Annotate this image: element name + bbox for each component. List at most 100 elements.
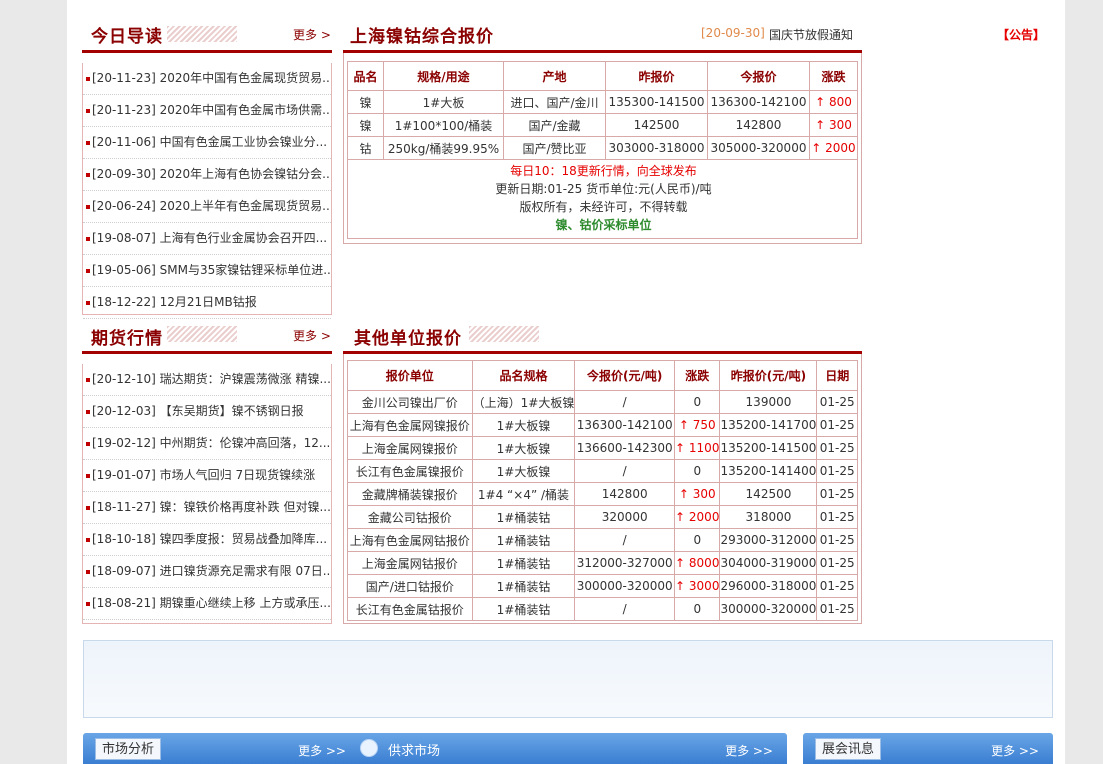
news-item[interactable]: [18-12-22] 12月21日MB钴报 [83,287,331,319]
table-cell: 0 [674,459,721,483]
news-item[interactable]: [18-09-07] 进口镍货源充足需求有限 07日... [83,556,331,588]
table-row: 镍 1#100*100/桶装 国产/金藏 142500 142800 ↑ 300 [347,113,858,137]
news-item[interactable]: [20-12-10] 瑞达期货：沪镍震荡微涨 精镍... [83,364,331,396]
table-cell: / [574,597,676,621]
notice-box: 每日10：18更新行情，向全球发布 更新日期:01-25 货币单位:元(人民币)… [347,160,858,239]
page-container: 今日导读 更多 > [20-11-23] 2020年中国有色金属现货贸易...[… [67,0,1065,764]
table-cell: 长江有色金属钴报价 [347,597,473,621]
table-cell: 上海有色金属网镍报价 [347,413,473,437]
table-cell: 金藏公司钴报价 [347,505,473,529]
news-item[interactable]: [19-05-06] SMM与35家镍钴锂采标单位进... [83,255,331,287]
table-row: 上海有色金属网钴报价 1#桶装钴/0 293000-312000 01-25 [347,528,858,552]
column-header: 昨报价(元/吨) [719,360,818,391]
announcement-link[interactable]: 【公告】 [997,26,1045,43]
table-cell: 1#桶装钴 [471,597,576,621]
table-row: 长江有色金属钴报价 1#桶装钴/0 300000-320000 01-25 [347,597,858,621]
news-item[interactable]: [20-11-06] 中国有色金属工业协会镍业分... [83,127,331,159]
bullet-icon [86,537,90,542]
bullet-icon [86,300,90,305]
table-cell: 250kg/桶装99.95% [383,136,504,160]
shanghai-price-table: 品名 规格/用途 产地 昨报价 今报价 涨跌 镍 1#大板 进口、国产/金川 135300-14… [347,61,858,160]
today-news-list: [20-11-23] 2020年中国有色金属现货贸易... [20-11-23] … [83,63,331,319]
market-analysis-tab[interactable]: 市场分析 [95,738,162,760]
table-cell: 139000 [719,390,818,414]
futures-news-list: [20-12-10] 瑞达期货：沪镍震荡微涨 精镍... [20-12-03] 【… [83,364,331,620]
table-row: 上海有色金属网镍报价 1#大板镍 136300-142100 ↑ 750 135200-… [347,413,858,437]
expo-news-tab[interactable]: 展会讯息 [815,738,882,760]
bullet-icon [86,409,90,414]
table-row: 金川公司镍出厂价 （上海）1#大板镍/0 139000 01-25 [347,390,858,414]
expo-news-more[interactable]: 更多 >> [991,742,1039,759]
supply-market-more[interactable]: 更多 >> [725,742,773,759]
notice-date: [20-09-30] [701,26,765,40]
bullet-icon [86,601,90,606]
table-cell: ↑ 300 [674,482,721,506]
table-cell: 1#4 “×4” /桶装 [471,482,576,506]
table-cell: 305000-320000 [707,136,810,160]
table-cell: 国产/赞比亚 [503,136,606,160]
market-analysis-bar: 市场分析 更多 >> [83,733,360,764]
bullet-icon [86,236,90,241]
news-item-text: [19-08-07] 上海有色行业金属协会召开四... [92,231,328,245]
table-cell: ↑ 800 [809,90,858,114]
supply-market-bar: 供求市场 更多 >> [348,733,787,764]
news-item[interactable]: [20-09-30] 2020年上海有色协会镍钴分会... [83,159,331,191]
table-cell: ↑ 3000 [674,574,721,598]
table-cell: ↑ 2000 [809,136,858,160]
table-cell: ↑ 750 [674,413,721,437]
table-cell: 01-25 [816,597,858,621]
bullet-icon [86,377,90,382]
news-item[interactable]: [19-08-07] 上海有色行业金属协会召开四... [83,223,331,255]
news-item-text: [18-09-07] 进口镍货源充足需求有限 07日... [92,564,331,578]
news-item[interactable]: [19-01-07] 市场人气回归 7日现货镍续涨 [83,460,331,492]
news-item[interactable]: [18-08-21] 期镍重心继续上移 上方或承压... [83,588,331,620]
table-cell: 上海有色金属网钴报价 [347,528,473,552]
notice-lines: 每日10：18更新行情，向全球发布 更新日期:01-25 货币单位:元(人民币)… [348,162,859,234]
news-item[interactable]: [18-11-27] 镍：镍铁价格再度补跌 但对镍... [83,492,331,524]
table-cell: ↑ 1100 [674,436,721,460]
news-item[interactable]: [18-10-18] 镍四季度报：贸易战叠加降库... [83,524,331,556]
table-cell: 300000-320000 [719,597,818,621]
table-cell: ↑ 300 [809,113,858,137]
table-cell: 0 [674,528,721,552]
supply-market-tab[interactable]: 供求市场 [388,740,440,759]
table-cell: 1#大板镍 [471,436,576,460]
column-header: 今报价(元/吨) [574,360,676,391]
news-item-text: [18-10-18] 镍四季度报：贸易战叠加降库... [92,532,328,546]
title-stripes [167,26,237,42]
table-cell: 320000 [574,505,676,529]
news-item[interactable]: [20-11-23] 2020年中国有色金属现货贸易... [83,63,331,95]
bullet-icon [86,76,90,81]
column-header: 昨报价 [605,61,708,91]
news-item-text: [20-09-30] 2020年上海有色协会镍钴分会... [92,167,331,181]
today-more-link[interactable]: 更多 > [293,26,331,43]
news-item[interactable]: [20-06-24] 2020上半年有色金属现货贸易... [83,191,331,223]
ad-banner[interactable] [83,640,1053,718]
news-item-text: [20-11-23] 2020年中国有色金属市场供需... [92,103,331,117]
bullet-icon [86,140,90,145]
table-cell: 01-25 [816,528,858,552]
table-cell: 142500 [605,113,708,137]
table-cell: 镍 [347,90,384,114]
news-item[interactable]: [20-12-03] 【东吴期货】镍不锈钢日报 [83,396,331,428]
bullet-icon [86,441,90,446]
table-cell: 136300-142100 [574,413,676,437]
news-item-text: [20-11-23] 2020年中国有色金属现货贸易... [92,71,331,85]
news-item[interactable]: [20-11-23] 2020年中国有色金属市场供需... [83,95,331,127]
table-cell: 进口、国产/金川 [503,90,606,114]
market-analysis-more[interactable]: 更多 >> [298,742,346,759]
column-header: 涨跌 [809,61,858,91]
table-cell: 镍 [347,113,384,137]
table-cell: 01-25 [816,413,858,437]
table-cell: 304000-319000 [719,551,818,575]
table-cell: / [574,459,676,483]
benchmark-units-link[interactable]: 镍、钴价采标单位 [348,216,859,234]
bullet-icon [86,268,90,273]
futures-more-link[interactable]: 更多 > [293,327,331,344]
news-item[interactable]: [19-02-12] 中州期货：伦镍冲高回落，12... [83,428,331,460]
holiday-notice-link[interactable]: 国庆节放假通知 [769,26,853,43]
column-header: 规格/用途 [383,61,504,91]
expo-news-bar: 展会讯息 更多 >> [803,733,1053,764]
table-row: 长江有色金属镍报价 1#大板镍/0 135200-141400 01-25 [347,459,858,483]
futures-redline [82,351,332,354]
